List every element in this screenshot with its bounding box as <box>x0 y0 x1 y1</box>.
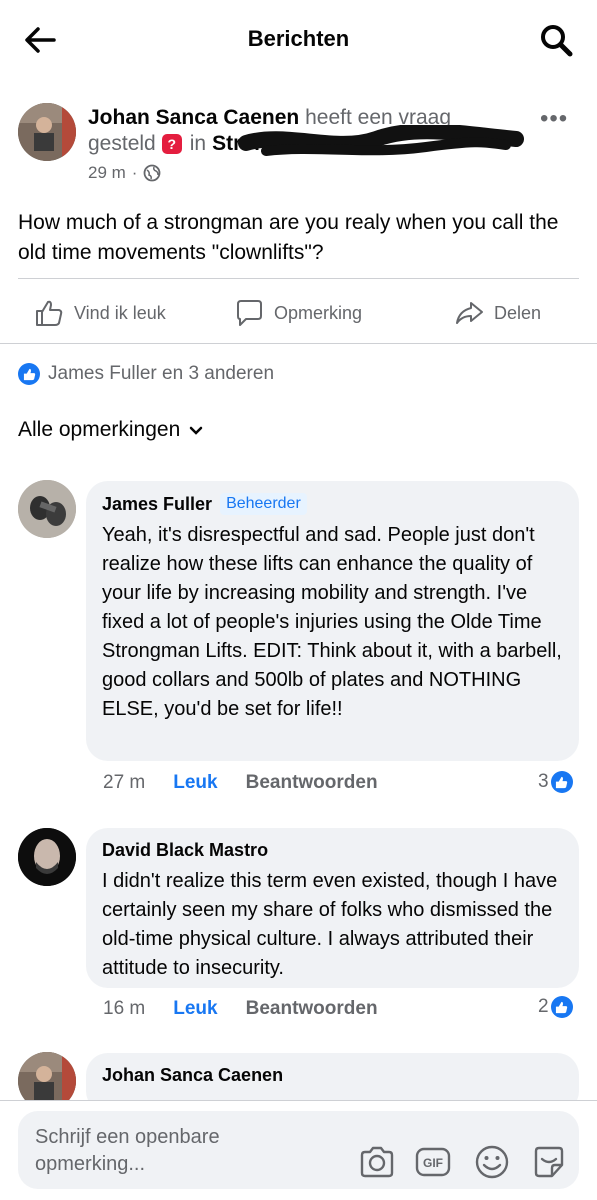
comment-like-button[interactable]: Leuk <box>173 772 217 794</box>
comment-bubble: James Fuller Beheerder Yeah, it's disres… <box>86 481 579 761</box>
share-label: Delen <box>494 302 542 323</box>
like-reaction-icon <box>550 771 573 793</box>
redaction-scribble <box>238 125 524 156</box>
chevron-down-icon <box>190 426 203 435</box>
top-bar: Berichten <box>0 0 597 78</box>
post-action-text-2: gesteld <box>88 132 156 155</box>
post-text: How much of a strongman are you realy wh… <box>18 211 559 264</box>
question-icon: ? <box>161 134 182 154</box>
emoji-icon[interactable] <box>473 1143 511 1181</box>
more-options-icon[interactable]: ••• <box>540 105 568 133</box>
admin-badge: Beheerder <box>220 493 307 515</box>
divider <box>18 278 579 279</box>
comment-placeholder: Schrijf een openbare opmerking... <box>35 1126 220 1175</box>
comment-label: Opmerking <box>274 302 363 323</box>
reactions-summary[interactable]: James Fuller en 3 anderen <box>18 363 274 385</box>
reactions-text: James Fuller en 3 anderen <box>48 363 275 384</box>
sticker-icon[interactable] <box>530 1143 568 1181</box>
comment-like-button[interactable]: Leuk <box>173 998 217 1020</box>
like-label: Vind ik leuk <box>74 302 166 323</box>
globe-icon <box>144 164 161 182</box>
comment-composer: Schrijf een openbare opmerking... GIF <box>0 1100 597 1200</box>
post-actions: Vind ik leuk Opmerking Delen <box>0 288 597 338</box>
search-icon[interactable] <box>538 22 574 58</box>
comment-reply-button[interactable]: Beantwoorden <box>246 998 378 1020</box>
like-reaction-icon <box>18 363 40 385</box>
separator-dot: · <box>131 163 138 182</box>
comment-button[interactable]: Opmerking <box>234 298 362 328</box>
reaction-count: 3 <box>538 771 549 792</box>
comment-text: Yeah, it's disrespectful and sad. People… <box>102 524 562 720</box>
reaction-count: 2 <box>538 996 549 1017</box>
comment-author[interactable]: James Fuller <box>102 494 212 515</box>
in-text: in <box>189 132 207 155</box>
comment-reactions[interactable]: 3 <box>538 771 573 793</box>
post-header: Johan Sanca Caenen heeft een vraag geste… <box>0 95 597 195</box>
post-time[interactable]: 29 m <box>88 163 126 183</box>
comment-bubble: David Black Mastro I didn't realize this… <box>86 828 579 988</box>
comment-reply-button[interactable]: Beantwoorden <box>246 772 378 794</box>
thumbs-up-icon <box>36 300 63 326</box>
gif-icon[interactable]: GIF <box>414 1143 452 1181</box>
comment-text: I didn't realize this term even existed,… <box>102 870 558 979</box>
comment-time: 27 m <box>103 772 146 793</box>
like-button[interactable]: Vind ik leuk <box>34 298 166 328</box>
share-button[interactable]: Delen <box>454 298 541 328</box>
comment-author[interactable]: David Black Mastro <box>102 840 268 861</box>
comment-time: 16 m <box>103 998 146 1019</box>
comment-input[interactable]: Schrijf een openbare opmerking... GIF <box>18 1111 579 1189</box>
share-icon <box>456 302 483 324</box>
camera-icon[interactable] <box>358 1143 396 1181</box>
comment-author[interactable]: Johan Sanca Caenen <box>102 1065 283 1086</box>
page-title: Berichten <box>247 26 350 51</box>
filter-label: Alle opmerkingen <box>18 418 181 441</box>
comments-filter[interactable]: Alle opmerkingen <box>18 418 204 442</box>
divider <box>0 343 597 344</box>
avatar[interactable] <box>18 828 76 886</box>
comment-reactions[interactable]: 2 <box>538 996 573 1018</box>
like-reaction-icon <box>550 996 573 1018</box>
svg-text:GIF: GIF <box>423 1156 443 1170</box>
avatar[interactable] <box>18 103 76 161</box>
comment-icon <box>237 300 262 326</box>
avatar[interactable] <box>18 480 76 538</box>
